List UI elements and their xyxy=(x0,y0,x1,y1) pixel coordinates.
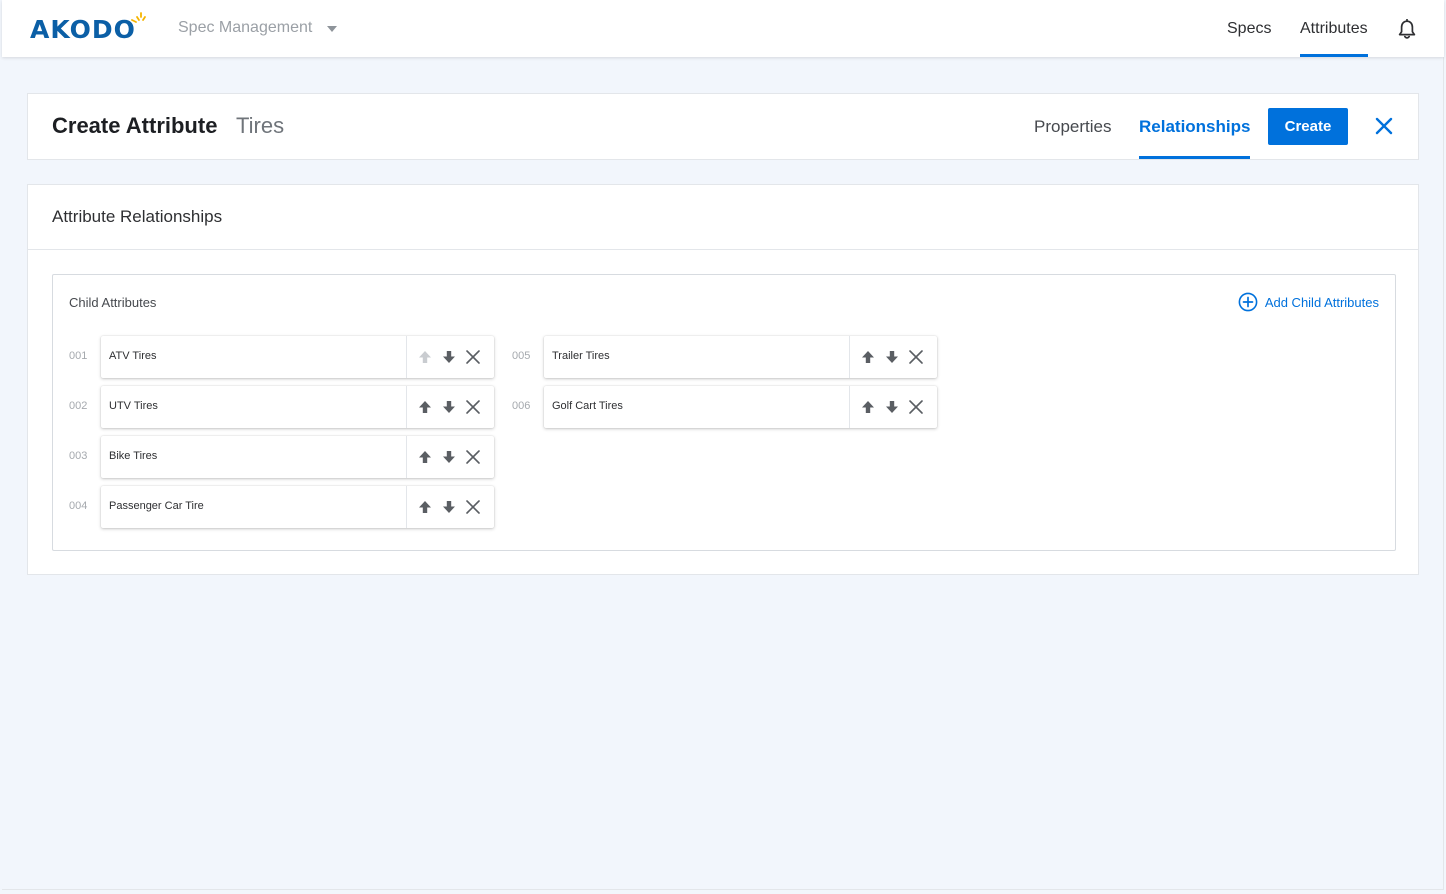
akodo-logo[interactable]: AKODO xyxy=(30,15,136,44)
divider xyxy=(406,336,407,378)
arrow-up-icon[interactable] xyxy=(417,499,433,515)
child-attribute-name: Golf Cart Tires xyxy=(552,400,623,412)
arrow-up-icon[interactable] xyxy=(860,349,876,365)
create-button[interactable]: Create xyxy=(1268,108,1348,145)
logo-sun-icon xyxy=(131,12,146,23)
arrow-up-icon[interactable] xyxy=(417,399,433,415)
top-navigation-bar: AKODO Spec Management Specs Attributes xyxy=(2,0,1444,57)
remove-icon[interactable] xyxy=(465,349,481,365)
arrow-up-icon[interactable] xyxy=(417,449,433,465)
child-attribute-field[interactable]: UTV Tires xyxy=(101,386,494,428)
divider xyxy=(406,436,407,478)
chevron-down-icon xyxy=(327,25,338,32)
arrow-down-icon[interactable] xyxy=(884,399,900,415)
tab-relationships[interactable]: Relationships xyxy=(1139,94,1251,159)
child-attribute-name: Passenger Car Tire xyxy=(109,500,204,512)
page-subtitle: Tires xyxy=(236,113,285,138)
child-attributes-panel: Child Attributes Add Child Attributes 00… xyxy=(52,274,1396,551)
app-switcher-dropdown[interactable]: Spec Management xyxy=(178,19,338,37)
attribute-order-number: 003 xyxy=(69,450,88,462)
tab-properties[interactable]: Properties xyxy=(1034,94,1111,159)
arrow-down-icon[interactable] xyxy=(441,399,457,415)
divider xyxy=(406,486,407,528)
attribute-order-number: 002 xyxy=(69,400,88,412)
attribute-order-number: 001 xyxy=(69,350,88,362)
add-circle-icon xyxy=(1238,292,1258,312)
app-switcher-label: Spec Management xyxy=(178,19,313,36)
page-header: Create Attribute Tires Properties Relati… xyxy=(27,93,1419,160)
remove-icon[interactable] xyxy=(465,449,481,465)
attribute-relationships-card: Attribute Relationships Child Attributes… xyxy=(27,184,1419,575)
child-attribute-field[interactable]: Trailer Tires xyxy=(544,336,937,378)
attribute-order-number: 004 xyxy=(69,500,88,512)
attribute-order-number: 005 xyxy=(512,350,531,362)
divider xyxy=(406,386,407,428)
divider xyxy=(28,249,1418,250)
divider xyxy=(849,336,850,378)
child-attribute-name: ATV Tires xyxy=(109,350,157,362)
arrow-up-icon xyxy=(419,351,431,363)
child-attribute-row: 006 Golf Cart Tires xyxy=(512,386,954,428)
child-attribute-row: 005 Trailer Tires xyxy=(512,336,954,378)
child-attribute-field[interactable]: Bike Tires xyxy=(101,436,494,478)
add-child-attributes-label: Add Child Attributes xyxy=(1264,294,1379,310)
child-attribute-row: 004 Passenger Car Tire xyxy=(69,486,511,528)
remove-icon[interactable] xyxy=(465,399,481,415)
page-title: Create Attribute xyxy=(52,113,218,138)
app-frame: AKODO Spec Management Specs Attributes C… xyxy=(2,0,1444,890)
remove-icon[interactable] xyxy=(908,399,924,415)
arrow-down-icon[interactable] xyxy=(441,349,457,365)
arrow-up-icon[interactable] xyxy=(860,399,876,415)
add-child-attributes-button[interactable]: Add Child Attributes xyxy=(1238,292,1379,312)
child-attribute-row: 002 UTV Tires xyxy=(69,386,511,428)
arrow-down-icon[interactable] xyxy=(884,349,900,365)
child-attribute-field[interactable]: Golf Cart Tires xyxy=(544,386,937,428)
child-attribute-name: UTV Tires xyxy=(109,400,158,412)
close-icon[interactable] xyxy=(1374,116,1394,136)
attribute-order-number: 006 xyxy=(512,400,531,412)
nav-specs[interactable]: Specs xyxy=(1227,0,1271,57)
bell-icon[interactable] xyxy=(1397,19,1417,40)
remove-icon[interactable] xyxy=(908,349,924,365)
section-title: Attribute Relationships xyxy=(52,207,223,226)
arrow-down-icon[interactable] xyxy=(441,449,457,465)
child-attribute-field[interactable]: ATV Tires xyxy=(101,336,494,378)
remove-icon[interactable] xyxy=(465,499,481,515)
arrow-down-icon[interactable] xyxy=(441,499,457,515)
nav-attributes[interactable]: Attributes xyxy=(1300,0,1368,57)
child-attributes-title: Child Attributes xyxy=(69,295,157,310)
child-attribute-row: 003 Bike Tires xyxy=(69,436,511,478)
child-attribute-field[interactable]: Passenger Car Tire xyxy=(101,486,494,528)
child-attribute-name: Trailer Tires xyxy=(552,350,610,362)
divider xyxy=(849,386,850,428)
child-attribute-name: Bike Tires xyxy=(109,450,158,462)
child-attribute-row: 001 ATV Tires xyxy=(69,336,511,378)
